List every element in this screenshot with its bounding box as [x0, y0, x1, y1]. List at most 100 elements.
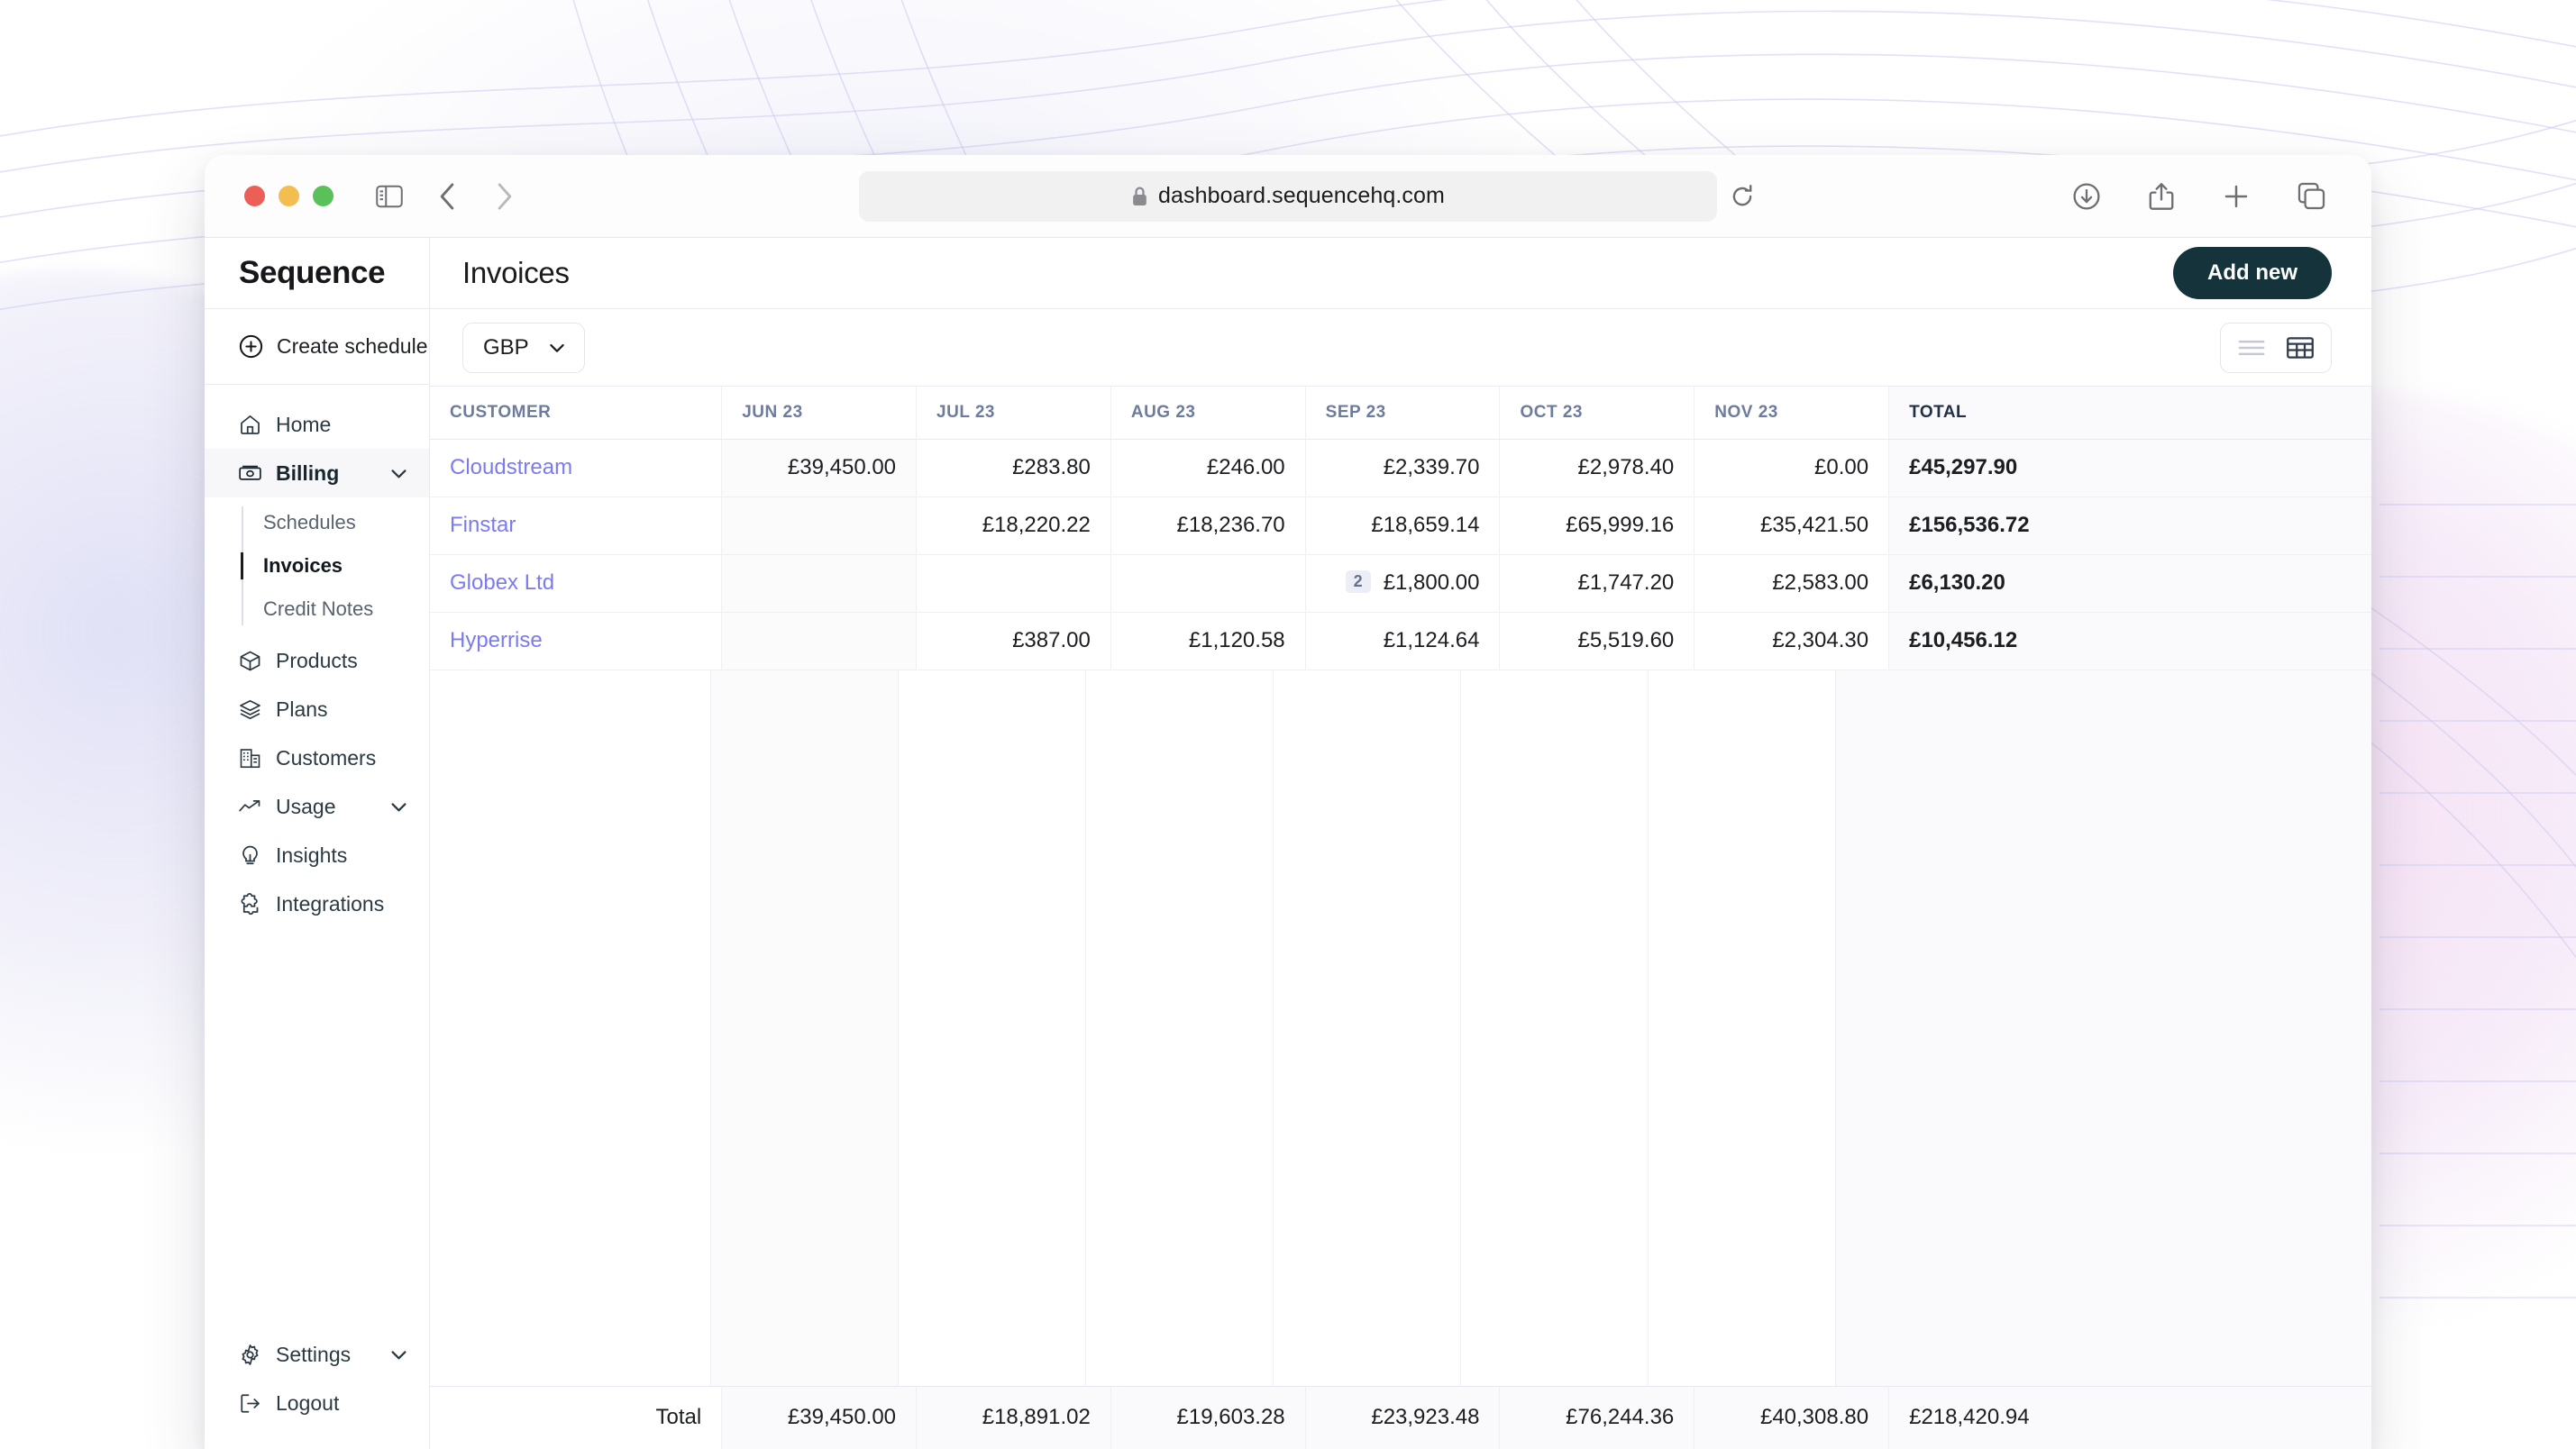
cell-cloudstream-jun23: £39,450.00 — [721, 439, 918, 497]
sidebar-item-invoices[interactable]: Invoices — [205, 544, 429, 588]
cell-globex-total: £6,130.20 — [1888, 554, 2371, 613]
sidebar-item-schedules-label: Schedules — [263, 511, 356, 533]
sidebar-item-logout[interactable]: Logout — [205, 1379, 429, 1427]
sidebar-item-settings-label: Settings — [276, 1342, 352, 1366]
sidebar-item-schedules[interactable]: Schedules — [205, 501, 429, 544]
billing-subnav: Schedules Invoices Credit Notes — [205, 501, 429, 631]
lock-icon — [1131, 186, 1148, 207]
sidebar-item-insights-label: Insights — [276, 843, 348, 867]
filler-customer — [430, 670, 711, 1386]
banknote-icon — [239, 462, 261, 485]
new-tab-icon[interactable] — [2221, 181, 2252, 212]
customer-link-globex-ltd[interactable]: Globex Ltd — [430, 554, 723, 613]
sidebar-item-settings[interactable]: Settings — [205, 1330, 429, 1379]
column-header-oct23[interactable]: OCT 23 — [1499, 387, 1695, 440]
sidebar-item-billing[interactable]: Billing — [205, 449, 429, 497]
cell-finstar-jun23 — [721, 497, 918, 555]
sidebar-item-home-label: Home — [276, 412, 332, 436]
sidebar: Sequence Create schedule Home Billing Sc… — [205, 238, 430, 1449]
address-bar[interactable]: dashboard.sequencehq.com — [859, 170, 1752, 222]
chevron-down-icon[interactable] — [388, 1344, 409, 1365]
sidebar-item-credit-notes[interactable]: Credit Notes — [205, 588, 429, 631]
cell-finstar-oct23: £65,999.16 — [1499, 497, 1695, 555]
cell-globex-jul23 — [916, 554, 1111, 613]
app-shell: Sequence Create schedule Home Billing Sc… — [205, 238, 2371, 1449]
cell-finstar-total: £156,536.72 — [1888, 497, 2371, 555]
home-icon — [239, 414, 261, 436]
sidebar-item-home[interactable]: Home — [205, 400, 429, 449]
tab-overview-icon[interactable] — [2296, 181, 2326, 212]
sidebar-item-products[interactable]: Products — [205, 636, 429, 685]
cell-cloudstream-aug23: £246.00 — [1110, 439, 1306, 497]
building-icon — [239, 747, 261, 770]
sidebar-item-insights[interactable]: Insights — [205, 831, 429, 879]
chevron-down-icon[interactable] — [388, 797, 409, 817]
minimize-window-button[interactable] — [279, 186, 299, 206]
table-row[interactable]: Hyperrise £387.00 £1,120.58 £1,124.64 £5… — [430, 612, 2371, 670]
cell-finstar-aug23: £18,236.70 — [1110, 497, 1306, 555]
sidebar-item-invoices-label: Invoices — [263, 554, 343, 577]
customer-link-cloudstream[interactable]: Cloudstream — [430, 439, 723, 497]
chevron-down-icon[interactable] — [388, 463, 409, 484]
column-header-jul23[interactable]: JUL 23 — [916, 387, 1111, 440]
page-header: Invoices Add new — [430, 238, 2371, 309]
footer-aug23: £19,603.28 — [1110, 1386, 1306, 1449]
column-header-sep23[interactable]: SEP 23 — [1305, 387, 1501, 440]
invoices-table: CUSTOMER JUN 23 JUL 23 AUG 23 SEP 23 OCT… — [430, 387, 2371, 1449]
cell-globex-oct23: £1,747.20 — [1499, 554, 1695, 613]
sidebar-item-integrations-label: Integrations — [276, 891, 385, 916]
primary-navigation: Home Billing Schedules Invoices Credit N… — [205, 385, 429, 1330]
cell-globex-sep23-value: £1,800.00 — [1383, 570, 1480, 595]
sidebar-item-customers[interactable]: Customers — [205, 734, 429, 782]
table-empty-space — [430, 670, 2371, 1386]
table-row[interactable]: Finstar £18,220.22 £18,236.70 £18,659.14… — [430, 497, 2371, 555]
create-schedule-button[interactable]: Create schedule — [205, 309, 429, 385]
footer-label: Total — [430, 1386, 723, 1449]
column-header-customer[interactable]: CUSTOMER — [430, 387, 723, 440]
downloads-icon[interactable] — [2071, 181, 2102, 212]
column-header-jun23[interactable]: JUN 23 — [721, 387, 918, 440]
share-icon[interactable] — [2146, 181, 2177, 212]
footer-jul23: £18,891.02 — [916, 1386, 1111, 1449]
sidebar-item-integrations[interactable]: Integrations — [205, 879, 429, 928]
invoices-grid: CUSTOMER JUN 23 JUL 23 AUG 23 SEP 23 OCT… — [430, 387, 2371, 670]
customer-link-finstar[interactable]: Finstar — [430, 497, 723, 555]
sidebar-item-products-label: Products — [276, 648, 358, 672]
sidebar-item-plans[interactable]: Plans — [205, 685, 429, 734]
table-view-icon[interactable] — [2282, 330, 2318, 366]
table-row[interactable]: Globex Ltd 2 £1,800.00 £1,747.20 £2,583.0… — [430, 554, 2371, 613]
footer-total: £218,420.94 — [1888, 1386, 2371, 1449]
column-header-nov23[interactable]: NOV 23 — [1694, 387, 1890, 440]
customer-link-hyperrise[interactable]: Hyperrise — [430, 612, 723, 670]
sidebar-item-usage-label: Usage — [276, 794, 336, 818]
cell-hyperrise-jul23: £387.00 — [916, 612, 1111, 670]
list-view-icon[interactable] — [2233, 330, 2270, 366]
back-button[interactable] — [432, 181, 462, 212]
currency-select-value: GBP — [483, 334, 529, 360]
cell-globex-nov23: £2,583.00 — [1694, 554, 1890, 613]
column-header-aug23[interactable]: AUG 23 — [1110, 387, 1306, 440]
cell-globex-sep23: 2 £1,800.00 — [1305, 554, 1501, 613]
maximize-window-button[interactable] — [313, 186, 333, 206]
window-controls — [244, 186, 333, 206]
sidebar-item-logout-label: Logout — [276, 1390, 340, 1415]
cell-cloudstream-oct23: £2,978.40 — [1499, 439, 1695, 497]
cell-globex-jun23 — [721, 554, 918, 613]
currency-select[interactable]: GBP — [462, 322, 585, 373]
sidebar-item-usage[interactable]: Usage — [205, 782, 429, 831]
filler-nov23 — [1649, 670, 1836, 1386]
close-window-button[interactable] — [244, 186, 265, 206]
cell-globex-aug23 — [1110, 554, 1306, 613]
cell-cloudstream-total: £45,297.90 — [1888, 439, 2371, 497]
add-new-button[interactable]: Add new — [2173, 247, 2332, 299]
chevron-down-icon — [547, 338, 567, 358]
brand-logo[interactable]: Sequence — [205, 238, 429, 309]
table-row[interactable]: Cloudstream £39,450.00 £283.80 £246.00 £… — [430, 439, 2371, 497]
sidebar-toggle-icon[interactable] — [374, 181, 405, 212]
column-header-total[interactable]: TOTAL — [1888, 387, 2371, 440]
forward-button[interactable] — [489, 181, 520, 212]
sidebar-item-plans-label: Plans — [276, 697, 328, 721]
reload-icon[interactable] — [1730, 184, 1755, 209]
cell-cloudstream-jul23: £283.80 — [916, 439, 1111, 497]
filler-oct23 — [1461, 670, 1649, 1386]
